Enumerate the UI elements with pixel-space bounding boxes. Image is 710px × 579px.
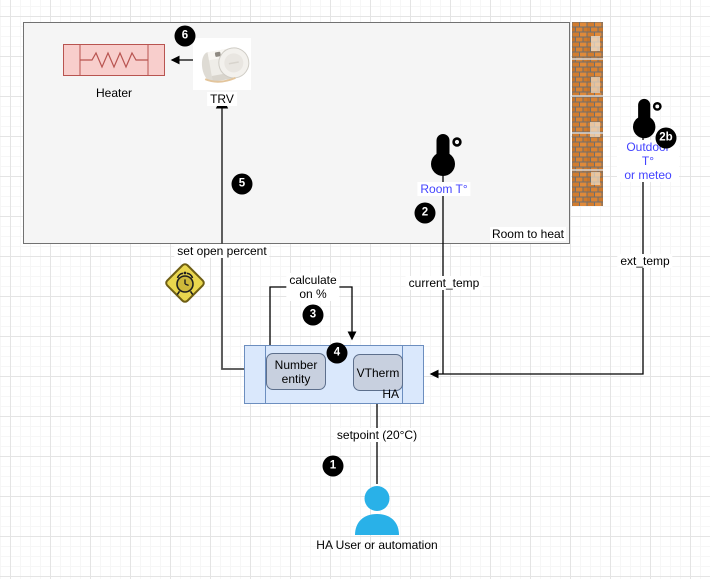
heater-shape (63, 44, 165, 76)
badge-5: 5 (232, 174, 253, 195)
user-label: HA User or automation (316, 538, 437, 552)
alarm-diamond-icon (158, 256, 212, 310)
badge-2b: 2b (656, 128, 677, 149)
edge-label-set-open-percent: set open percent (174, 244, 269, 258)
badge-1: 1 (323, 456, 344, 477)
vtherm-label: VTherm (357, 366, 400, 380)
edge-label-setpoint: setpoint (20°C) (334, 428, 420, 442)
room-label: Room to heat (490, 227, 566, 241)
badge-4: 4 (327, 343, 348, 364)
brick-wall (572, 22, 603, 206)
badge-3: 3 (303, 305, 324, 326)
edge-label-current-temp: current_temp (406, 276, 483, 290)
heater-label: Heater (96, 86, 132, 100)
number-entity-box: Number entity (266, 353, 326, 390)
diagram-canvas: Room to heat (0, 0, 710, 579)
room-thermometer-icon (430, 133, 462, 179)
number-entity-label: Number entity (275, 358, 318, 386)
ha-label: HA (382, 387, 399, 401)
trv-label: TRV (207, 92, 237, 106)
edge-label-calculate-on-percent: calculate on % (286, 273, 339, 301)
edge-label-ext-temp: ext_temp (617, 254, 672, 268)
user-icon (352, 485, 402, 535)
trv-image (193, 38, 251, 90)
room-temp-label: Room T° (417, 182, 470, 196)
badge-6: 6 (175, 26, 196, 47)
badge-2: 2 (415, 203, 436, 224)
resistor-icon (64, 45, 164, 75)
vtherm-box: VTherm (353, 354, 403, 391)
